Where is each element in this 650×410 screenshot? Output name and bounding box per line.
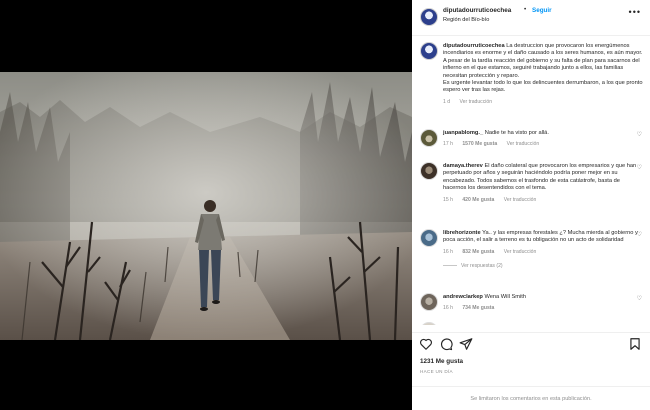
author-username[interactable]: diputadourruticoechea — [443, 7, 511, 14]
avatar[interactable] — [420, 129, 438, 147]
comments-list[interactable]: diputadourruticoechea La destruccion que… — [412, 37, 650, 325]
avatar[interactable] — [420, 293, 438, 311]
comment-meta: 15 h 420 Me gusta Ver traducción — [443, 197, 644, 204]
post-media-pane — [0, 0, 412, 410]
comment-username[interactable]: juanpablomg._ — [443, 130, 483, 136]
comment-time: 15 h — [443, 196, 453, 203]
caption-translation-link[interactable]: Ver traducción — [460, 99, 493, 105]
comment-likes[interactable]: 734 Me gusta — [462, 305, 494, 311]
comment-username[interactable]: librehorizonte — [443, 230, 481, 236]
comment-time: 16 h — [443, 305, 453, 312]
heart-icon[interactable]: ♡ — [637, 295, 642, 302]
avatar[interactable] — [420, 42, 438, 60]
comment-body: librehorizonte Ya.. y las empresas fores… — [443, 230, 644, 271]
caption-time: 1 d — [443, 98, 451, 105]
separator-dot: • — [524, 6, 527, 13]
comment-body: damaya.therev El daño colateral que prov… — [443, 163, 644, 204]
comment-time: 16 h — [443, 248, 453, 255]
comment-meta: 16 h 734 Me gusta — [443, 305, 644, 312]
caption-text-2: A pesar de la tardía reacción del gobier… — [443, 57, 640, 79]
comment-meta: 17 h 1570 Me gusta Ver traducción — [443, 141, 644, 148]
comment-username[interactable]: andrewclarkep — [443, 294, 483, 300]
comment-username[interactable]: damaya.therev — [443, 163, 483, 169]
comment-text: Wena Will Smith — [484, 294, 527, 300]
caption-meta: 1 d Ver traducción — [443, 99, 644, 106]
share-icon[interactable] — [459, 337, 473, 351]
comment-translation-link[interactable]: Ver traducción — [504, 249, 537, 255]
heart-icon[interactable]: ♡ — [637, 131, 642, 138]
comment-text: Nadie te ha visto por allá. — [484, 130, 549, 136]
comment-meta: 16 h 832 Me gusta Ver traducción — [443, 249, 644, 256]
post-timestamp: HACE UN DÍA — [420, 369, 453, 374]
comment-body: juanpablomg._ Nadie te ha visto por allá… — [443, 130, 644, 149]
comment-likes[interactable]: 420 Me gusta — [462, 197, 494, 203]
post-location[interactable]: Región del Bío-bío — [443, 17, 489, 23]
post-likes[interactable]: 1231 Me gusta — [420, 358, 463, 365]
comment-likes[interactable]: 1570 Me gusta — [462, 141, 497, 147]
follow-button[interactable]: Seguir — [532, 7, 552, 14]
post-actions — [412, 332, 650, 354]
avatar[interactable] — [420, 8, 438, 26]
comment-translation-link[interactable]: Ver traducción — [504, 197, 537, 203]
heart-icon[interactable]: ♡ — [637, 231, 642, 238]
more-options-icon[interactable]: ••• — [629, 7, 641, 17]
post-sidebar: diputadourruticoechea • Seguir Región de… — [412, 0, 650, 410]
avatar[interactable] — [420, 322, 438, 325]
comment-time: 17 h — [443, 141, 453, 148]
bookmark-icon[interactable] — [628, 337, 642, 351]
heart-icon[interactable]: ♡ — [637, 164, 642, 171]
avatar[interactable] — [420, 162, 438, 180]
post-header: diputadourruticoechea • Seguir Región de… — [412, 0, 650, 36]
view-replies-button[interactable]: Ver respuestas (2) — [443, 263, 644, 270]
comment-likes[interactable]: 832 Me gusta — [462, 249, 494, 255]
comments-limited-notice: Se limitaron los comentarios en esta pub… — [412, 386, 650, 410]
caption-body: diputadourruticoechea La destruccion que… — [443, 43, 644, 106]
comment-icon[interactable] — [439, 337, 453, 351]
avatar[interactable] — [420, 229, 438, 247]
comment-translation-link[interactable]: Ver traducción — [507, 141, 540, 147]
caption-text-3: Es urgente levantar todo lo que los deli… — [443, 80, 643, 94]
post-photo[interactable] — [0, 72, 412, 340]
caption-username[interactable]: diputadourruticoechea — [443, 43, 505, 49]
heart-icon[interactable] — [419, 337, 433, 351]
post-photo-image — [0, 72, 412, 340]
comment-body: andrewclarkep Wena Will Smith 16 h 734 M… — [443, 294, 644, 313]
